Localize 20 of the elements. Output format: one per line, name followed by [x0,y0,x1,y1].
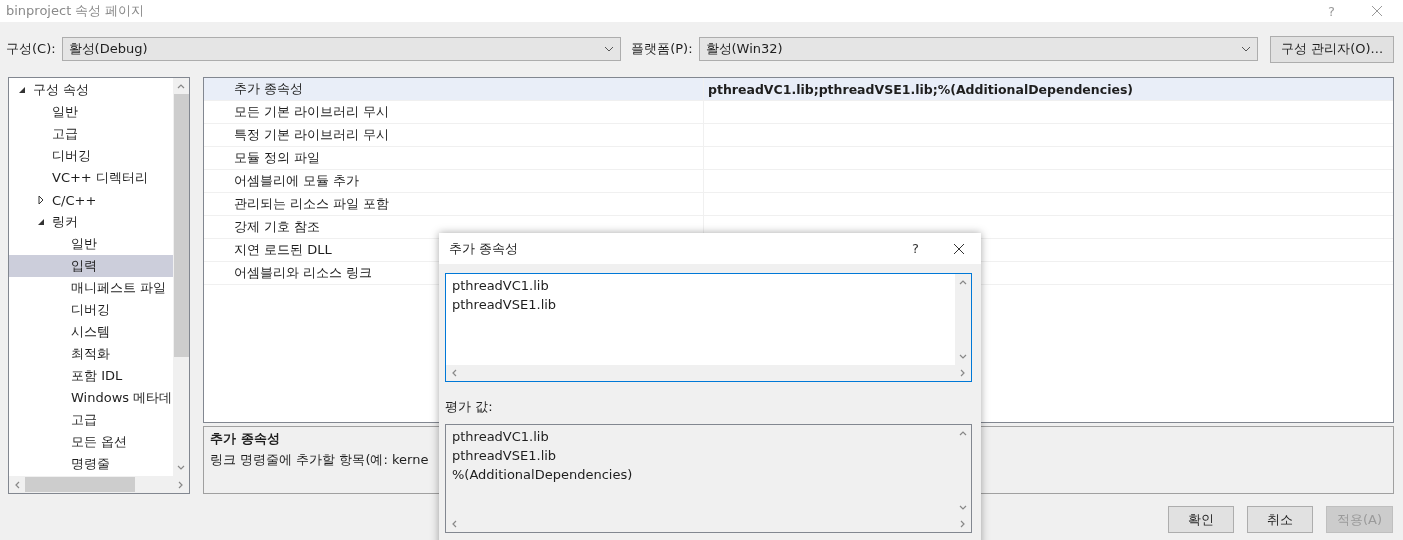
property-name: 특정 기본 라이브러리 무시 [234,126,390,144]
configuration-label: 구성(C): [6,40,56,58]
property-name: 모든 기본 라이브러리 무시 [234,103,390,121]
property-name: 모듈 정의 파일 [234,149,321,167]
property-value: pthreadVC1.lib;pthreadVSE1.lib;%(AdditionalDependencies) [708,81,1134,97]
platform-label: 플랫폼(P): [631,40,693,58]
description-text: 링크 명령줄에 추가할 항목(예: kerne [210,451,429,469]
property-name: 추가 종속성 [234,80,304,98]
property-name: 지연 로드된 DLL [234,241,332,259]
property-name: 강제 기호 참조 [234,218,321,236]
property-name: 어셈블리에 모듈 추가 [234,172,360,190]
evaluated-line: pthreadVC1.lib [452,428,550,446]
property-name: 관리되는 리소스 파일 포함 [234,195,390,213]
description-title: 추가 종속성 [210,430,280,448]
property-name: 어셈블리와 리소스 링크 [234,264,373,282]
window-title: binproject 속성 페이지 [6,2,145,20]
evaluated-value-label: 평가 값: [445,398,494,416]
dialog-title: 추가 종속성 [449,239,519,258]
evaluated-line: %(AdditionalDependencies) [452,466,634,484]
evaluated-line: pthreadVSE1.lib [452,447,558,465]
